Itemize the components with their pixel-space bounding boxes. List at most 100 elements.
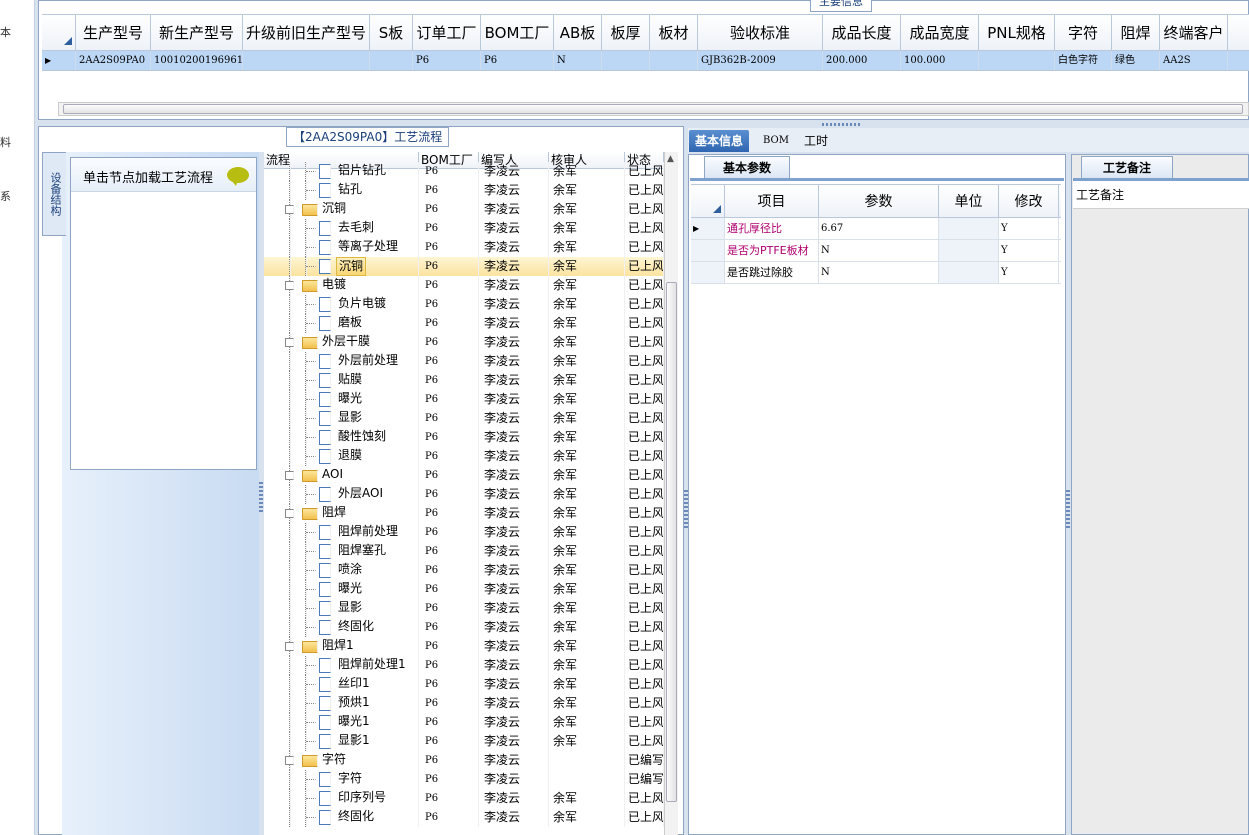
params-row[interactable]: 是否跳过除胶 N Y	[691, 262, 1061, 284]
main-info-cell[interactable]: 白色字符	[1055, 51, 1112, 70]
tree-row[interactable]: 外层AOI P6 李凌云 余军 已上风	[264, 485, 664, 504]
tree-row[interactable]: 磨板 P6 李凌云 余军 已上风	[264, 314, 664, 333]
tree-node-cell[interactable]: 外层AOI	[264, 485, 419, 504]
collapse-toggle-icon[interactable]: −	[285, 509, 294, 518]
main-info-column-header[interactable]: 板材	[650, 15, 698, 50]
tab-basic-info[interactable]: 基本信息	[689, 130, 750, 152]
main-info-column-header[interactable]: 阻焊	[1112, 15, 1160, 50]
param-value-cell[interactable]: N	[819, 240, 939, 261]
node-load-box[interactable]: 单击节点加载工艺流程	[70, 157, 257, 470]
main-info-column-header[interactable]: 生产型号	[76, 15, 151, 50]
param-value-cell[interactable]: N	[819, 262, 939, 283]
param-item-cell[interactable]: 是否跳过除胶	[725, 262, 819, 283]
chat-bubble-icon[interactable]	[227, 167, 249, 186]
main-info-cell[interactable]: 100.000	[901, 51, 979, 70]
main-info-horizontal-scrollbar[interactable]	[58, 102, 1249, 116]
param-modify-cell[interactable]: Y	[999, 262, 1059, 283]
tree-node-cell[interactable]: 丝印1	[264, 675, 419, 694]
tree-node-cell[interactable]: 喷涂	[264, 561, 419, 580]
collapse-toggle-icon[interactable]: −	[285, 281, 294, 290]
tree-row[interactable]: 终固化 P6 李凌云 余军 已上风	[264, 618, 664, 637]
tree-node-cell[interactable]: 等离子处理	[264, 238, 419, 257]
scrollbar-thumb[interactable]	[63, 104, 1243, 114]
tree-node-cell[interactable]: − 沉铜	[264, 200, 419, 219]
tree-row[interactable]: 显影1 P6 李凌云 余军 已上风	[264, 732, 664, 751]
tree-node-cell[interactable]: − 外层干膜	[264, 333, 419, 352]
tree-row[interactable]: 显影 P6 李凌云 余军 已上风	[264, 409, 664, 428]
tree-row[interactable]: 喷涂 P6 李凌云 余军 已上风	[264, 561, 664, 580]
tree-node-cell[interactable]: − 电镀	[264, 276, 419, 295]
tree-row[interactable]: 丝印1 P6 李凌云 余军 已上风	[264, 675, 664, 694]
tree-row[interactable]: 负片电镀 P6 李凌云 余军 已上风	[264, 295, 664, 314]
tree-node-cell[interactable]: 字符	[264, 770, 419, 789]
param-modify-cell[interactable]: Y	[999, 218, 1059, 239]
tree-node-cell[interactable]: 曝光1	[264, 713, 419, 732]
main-info-cell[interactable]: GJB362B-2009	[698, 51, 823, 70]
main-info-cell[interactable]: P6	[413, 51, 481, 70]
main-info-cell[interactable]	[602, 51, 650, 70]
main-info-cell[interactable]: 200.000	[823, 51, 901, 70]
tree-row[interactable]: 等离子处理 P6 李凌云 余军 已上风	[264, 238, 664, 257]
tree-node-cell[interactable]: 显影1	[264, 732, 419, 751]
splitter-grip[interactable]	[684, 490, 688, 530]
param-unit-cell[interactable]	[939, 262, 999, 283]
tree-row[interactable]: 铝片钻孔 P6 李凌云 余军 已上风	[264, 162, 664, 181]
tree-row[interactable]: 阻焊前处理1 P6 李凌云 余军 已上风	[264, 656, 664, 675]
tree-row[interactable]: 阻焊前处理 P6 李凌云 余军 已上风	[264, 523, 664, 542]
tree-node-cell[interactable]: 曝光	[264, 390, 419, 409]
tree-node-cell[interactable]: − 阻焊1	[264, 637, 419, 656]
collapse-toggle-icon[interactable]: −	[285, 642, 294, 651]
tree-row[interactable]: − 阻焊1 P6李凌云余军已上风	[264, 637, 664, 656]
main-info-cell[interactable]: N	[554, 51, 602, 70]
tree-row[interactable]: 外层前处理 P6 李凌云 余军 已上风	[264, 352, 664, 371]
tree-row[interactable]: − 外层干膜 P6李凌云余军已上风	[264, 333, 664, 352]
tree-row[interactable]: 曝光 P6 李凌云 余军 已上风	[264, 390, 664, 409]
tree-row[interactable]: 曝光1 P6 李凌云 余军 已上风	[264, 713, 664, 732]
main-info-cell[interactable]: 2AA2S09PA0	[76, 51, 151, 70]
tree-node-cell[interactable]: 退膜	[264, 447, 419, 466]
tree-row[interactable]: − 沉铜 P6李凌云余军已上风	[264, 200, 664, 219]
main-info-column-header[interactable]: 订单工厂	[413, 15, 481, 50]
panel-splitter-grip[interactable]	[822, 123, 862, 126]
main-info-column-header[interactable]: 字符	[1055, 15, 1112, 50]
param-unit-cell[interactable]	[939, 240, 999, 261]
main-info-column-header[interactable]: PNL规格	[979, 15, 1055, 50]
tree-row[interactable]: 显影 P6 李凌云 余军 已上风	[264, 599, 664, 618]
tree-row[interactable]: 印序列号 P6 李凌云 余军 已上风	[264, 789, 664, 808]
node-load-header[interactable]: 单击节点加载工艺流程	[71, 158, 256, 192]
main-info-column-header[interactable]: 升级前旧生产型号	[243, 15, 370, 50]
main-info-column-header[interactable]: BOM工厂	[481, 15, 554, 50]
tree-row[interactable]: 曝光 P6 李凌云 余军 已上风	[264, 580, 664, 599]
collapse-toggle-icon[interactable]: −	[285, 205, 294, 214]
params-column-header[interactable]: 修改	[999, 185, 1059, 217]
tree-row[interactable]: 字符 P6 李凌云 已编写	[264, 770, 664, 789]
tree-row[interactable]: 阻焊塞孔 P6 李凌云 余军 已上风	[264, 542, 664, 561]
tree-row[interactable]: 酸性蚀刻 P6 李凌云 余军 已上风	[264, 428, 664, 447]
param-modify-cell[interactable]: Y	[999, 240, 1059, 261]
tree-node-cell[interactable]: 阻焊前处理	[264, 523, 419, 542]
tree-node-cell[interactable]: 钻孔	[264, 181, 419, 200]
tree-node-cell[interactable]: 沉铜	[264, 257, 419, 276]
tree-node-cell[interactable]: 磨板	[264, 314, 419, 333]
main-info-cell[interactable]	[370, 51, 413, 70]
param-item-cell[interactable]: 是否为PTFE板材	[725, 240, 819, 261]
main-info-cell[interactable]	[243, 51, 370, 70]
main-info-data-row[interactable]: ▶ 2AA2S09PA0 10010200196961 P6 P6 N GJB362B-20…	[42, 51, 1249, 71]
tree-row[interactable]: − AOI P6李凌云余军已上风	[264, 466, 664, 485]
param-unit-cell[interactable]	[939, 218, 999, 239]
tree-node-cell[interactable]: 预烘1	[264, 694, 419, 713]
tree-node-cell[interactable]: 负片电镀	[264, 295, 419, 314]
process-tree-vertical-scrollbar[interactable]: ▲	[664, 152, 678, 835]
main-info-column-header[interactable]: 成品长度	[823, 15, 901, 50]
equipment-structure-tab[interactable]: 设备结构	[42, 152, 66, 236]
tree-node-cell[interactable]: − 阻焊	[264, 504, 419, 523]
tree-row[interactable]: 贴膜 P6 李凌云 余军 已上风	[264, 371, 664, 390]
main-info-column-header[interactable]: S板	[370, 15, 413, 50]
tree-node-cell[interactable]: 阻焊前处理1	[264, 656, 419, 675]
tree-node-cell[interactable]: 印序列号	[264, 789, 419, 808]
scrollbar-thumb[interactable]	[666, 282, 677, 802]
tree-node-cell[interactable]: 酸性蚀刻	[264, 428, 419, 447]
tree-node-cell[interactable]: − 字符	[264, 751, 419, 770]
main-info-column-header[interactable]: 成品宽度	[901, 15, 979, 50]
main-info-column-header[interactable]: 验收标准	[698, 15, 823, 50]
